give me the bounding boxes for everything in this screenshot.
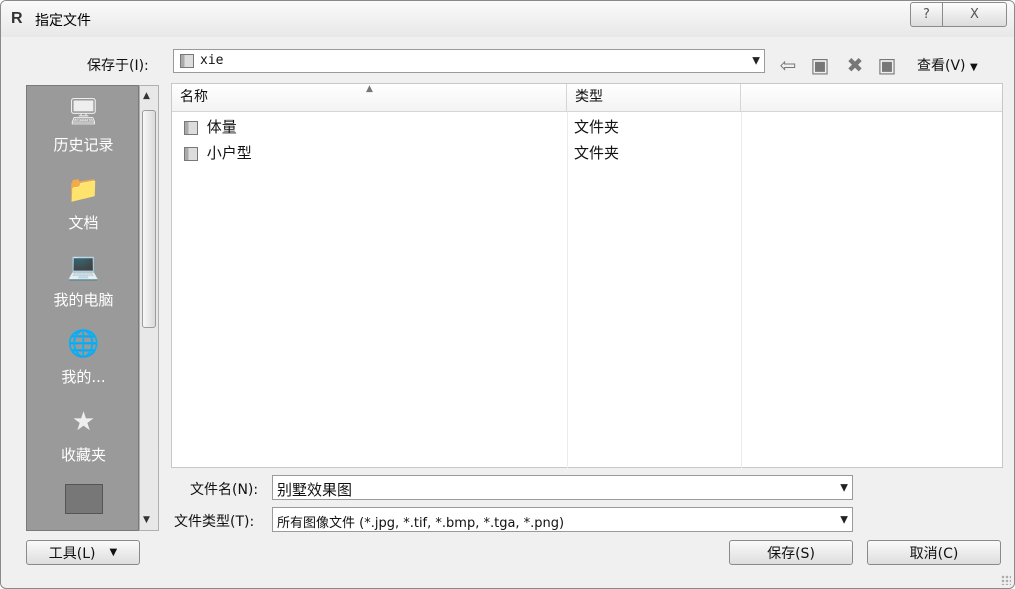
folder-icon xyxy=(184,146,198,161)
close-icon: X xyxy=(970,7,979,22)
place-network[interactable]: 🌐 我的... xyxy=(27,326,140,387)
list-item[interactable]: 小户型 xyxy=(184,141,252,165)
file-type-value: 所有图像文件 (*.jpg, *.tif, *.bmp, *.tga, *.pn… xyxy=(277,516,565,531)
dialog-title: 指定文件 xyxy=(35,13,91,29)
column-header-type[interactable]: 类型 xyxy=(567,84,741,112)
tools-button[interactable]: 工具(L) ▼ xyxy=(26,540,140,565)
documents-icon: 📁 xyxy=(67,175,100,205)
history-icon: 🖥 xyxy=(66,97,100,127)
chevron-down-icon: ▼ xyxy=(109,547,118,558)
chevron-down-icon: ▼ xyxy=(840,514,848,525)
place-documents[interactable]: 📁 文档 xyxy=(27,172,140,233)
place-label: 收藏夹 xyxy=(60,446,106,464)
place-my-computer[interactable]: 💻 我的电脑 xyxy=(27,249,140,310)
file-type: 文件夹 xyxy=(574,118,620,136)
save-button[interactable]: 保存(S) xyxy=(729,540,853,565)
file-type: 文件夹 xyxy=(574,144,620,162)
file-type-label: 文件类型(T): xyxy=(174,514,255,530)
place-favorites[interactable]: ★ 收藏夹 xyxy=(27,404,140,465)
sort-ascending-icon: ▲ xyxy=(366,84,373,94)
place-label: 文档 xyxy=(68,214,99,232)
app-logo-icon: R xyxy=(11,10,23,27)
file-name-value: 别墅效果图 xyxy=(277,481,353,499)
place-history[interactable]: 🖥 历史记录 xyxy=(27,94,140,155)
folder-icon xyxy=(184,120,198,135)
close-button[interactable]: X xyxy=(942,2,1007,27)
up-folder-icon[interactable]: ▣ xyxy=(808,53,832,77)
place-label: 我的电脑 xyxy=(53,291,114,309)
places-bar: 🖥 历史记录 📁 文档 💻 我的电脑 🌐 我的... ★ 收藏夹 xyxy=(26,85,139,531)
favorites-icon: ★ xyxy=(71,407,96,437)
network-icon: 🌐 xyxy=(67,329,100,359)
scroll-down-icon[interactable]: ▼ xyxy=(143,515,150,525)
chevron-down-icon: ▼ xyxy=(840,482,848,493)
column-header-empty xyxy=(741,84,1002,112)
folder-icon xyxy=(180,54,194,68)
column-name-label: 名称 xyxy=(180,89,208,105)
list-item[interactable]: 体量 xyxy=(184,115,237,139)
place-label: 历史记录 xyxy=(53,136,114,154)
save-file-dialog: R 指定文件 ? X 保存于(I): xie ▼ ⇦ ▣ ✖ ▣ 查看(V) ▼… xyxy=(0,0,1015,589)
cancel-label: 取消(C) xyxy=(909,545,959,562)
file-name: 小户型 xyxy=(206,144,252,162)
save-in-value: xie xyxy=(200,53,224,68)
my-computer-icon: 💻 xyxy=(67,252,100,282)
chevron-down-icon: ▼ xyxy=(752,55,760,67)
resize-grip[interactable] xyxy=(1001,575,1011,585)
save-label: 保存(S) xyxy=(767,545,815,562)
place-label: 我的... xyxy=(61,368,106,386)
column-type-label: 类型 xyxy=(575,89,603,105)
file-name: 体量 xyxy=(206,118,237,136)
scrollbar-thumb[interactable] xyxy=(142,110,156,328)
save-in-label: 保存于(I): xyxy=(87,58,149,74)
help-button[interactable]: ? xyxy=(910,2,943,27)
back-arrow-icon[interactable]: ⇦ xyxy=(776,53,800,77)
column-divider xyxy=(567,112,568,468)
scroll-up-icon[interactable]: ▲ xyxy=(143,91,150,101)
desktop-icon[interactable] xyxy=(65,484,103,514)
delete-icon[interactable]: ✖ xyxy=(843,53,867,77)
file-name-input[interactable]: 别墅效果图 ▼ xyxy=(272,475,853,500)
file-list[interactable]: 名称 ▲ 类型 体量 文件夹 小户型 文件夹 xyxy=(171,83,1003,468)
chevron-down-icon: ▼ xyxy=(969,62,978,73)
cancel-button[interactable]: 取消(C) xyxy=(867,540,1001,565)
views-label: 查看(V) xyxy=(917,58,966,74)
column-divider xyxy=(741,112,742,468)
file-name-label: 文件名(N): xyxy=(190,482,259,498)
new-folder-icon[interactable]: ▣ xyxy=(875,53,899,77)
views-menu-button[interactable]: 查看(V) ▼ xyxy=(917,55,978,75)
column-header-name[interactable]: 名称 ▲ xyxy=(172,84,567,112)
file-type-dropdown[interactable]: 所有图像文件 (*.jpg, *.tif, *.bmp, *.tga, *.pn… xyxy=(272,507,853,532)
tools-label: 工具(L) xyxy=(48,545,96,562)
help-icon: ? xyxy=(923,7,930,22)
title-bar: R 指定文件 ? X xyxy=(1,1,1014,37)
places-scrollbar[interactable]: ▲ ▼ xyxy=(139,85,159,531)
save-in-dropdown[interactable]: xie ▼ xyxy=(173,49,765,73)
